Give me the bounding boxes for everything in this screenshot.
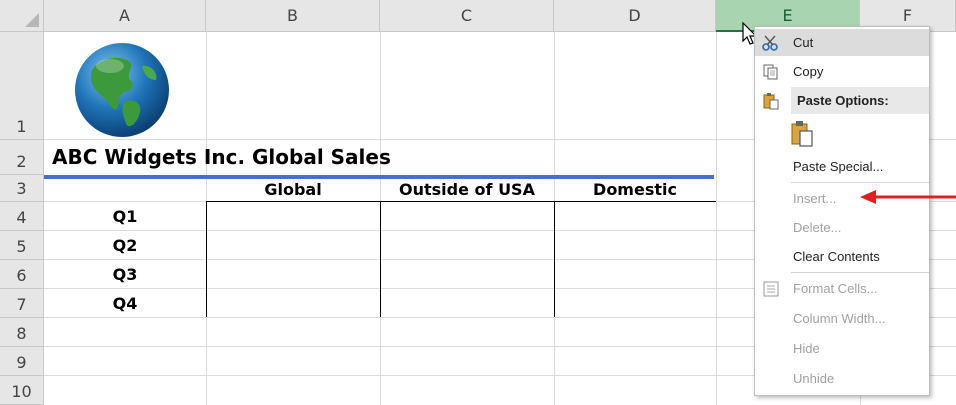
row-header-9[interactable]: 9 xyxy=(0,347,44,376)
menu-label-unhide: Unhide xyxy=(793,371,835,386)
row-header-8[interactable]: 8 xyxy=(0,318,44,347)
header-global[interactable]: Global xyxy=(206,179,380,201)
paste-clipboard-icon[interactable] xyxy=(789,119,815,149)
sheet-title[interactable]: ABC Widgets Inc. Global Sales xyxy=(52,145,391,169)
menu-label-cut: Cut xyxy=(793,35,814,50)
menu-label-column-width: Column Width... xyxy=(793,311,886,326)
row-header-4[interactable]: 4 xyxy=(0,202,44,231)
select-all-corner[interactable] xyxy=(0,0,44,32)
header-outside-usa[interactable]: Outside of USA xyxy=(380,179,554,201)
menu-label-format-cells: Format Cells... xyxy=(793,281,878,296)
table-border xyxy=(206,201,207,317)
column-header-b[interactable]: B xyxy=(206,0,380,32)
table-border xyxy=(380,201,381,317)
menu-label-delete: Delete... xyxy=(793,220,842,235)
menu-item-paste-special[interactable]: Paste Special... xyxy=(755,153,929,180)
row-label-q2[interactable]: Q2 xyxy=(44,236,206,255)
menu-item-hide[interactable]: Hide xyxy=(755,335,929,362)
row-header-3[interactable]: 3 xyxy=(0,175,44,202)
row-header-2[interactable]: 2 xyxy=(0,140,44,175)
row-header-6[interactable]: 6 xyxy=(0,260,44,289)
menu-separator xyxy=(791,182,929,183)
row-header-1[interactable]: 1 xyxy=(0,32,44,140)
row-header-5[interactable]: 5 xyxy=(0,231,44,260)
globe-image[interactable] xyxy=(72,40,172,140)
context-menu: Cut Copy Paste Options: Paste Special...… xyxy=(754,26,930,396)
menu-item-column-width[interactable]: Column Width... xyxy=(755,305,929,332)
row-header-7[interactable]: 7 xyxy=(0,289,44,318)
header-domestic[interactable]: Domestic xyxy=(554,179,716,201)
scissors-icon xyxy=(761,33,781,53)
menu-item-cut[interactable]: Cut xyxy=(755,29,929,56)
menu-label-paste-special: Paste Special... xyxy=(793,159,884,174)
menu-item-format-cells[interactable]: Format Cells... xyxy=(755,275,929,302)
row-header-10[interactable]: 10 xyxy=(0,376,44,405)
menu-item-copy[interactable]: Copy xyxy=(755,58,929,85)
paste-icon xyxy=(761,91,781,111)
menu-item-clear-contents[interactable]: Clear Contents xyxy=(755,243,929,270)
table-border xyxy=(554,201,555,317)
menu-label-paste-options: Paste Options: xyxy=(791,87,929,114)
menu-label-copy: Copy xyxy=(793,64,824,79)
red-arrow-icon xyxy=(860,190,956,204)
menu-label-hide: Hide xyxy=(793,341,820,356)
row-label-q3[interactable]: Q3 xyxy=(44,265,206,284)
menu-item-delete[interactable]: Delete... xyxy=(755,214,929,241)
copy-icon xyxy=(761,62,781,82)
format-cells-icon xyxy=(761,279,781,299)
menu-label-insert: Insert... xyxy=(793,191,837,206)
menu-label-clear-contents: Clear Contents xyxy=(793,249,880,264)
table-border xyxy=(206,201,716,202)
menu-item-unhide[interactable]: Unhide xyxy=(755,365,929,392)
row-label-q4[interactable]: Q4 xyxy=(44,294,206,313)
row-label-q1[interactable]: Q1 xyxy=(44,207,206,226)
gridline xyxy=(716,32,717,405)
column-header-a[interactable]: A xyxy=(44,0,206,32)
menu-separator xyxy=(791,272,929,273)
column-header-d[interactable]: D xyxy=(554,0,716,32)
column-header-c[interactable]: C xyxy=(380,0,554,32)
